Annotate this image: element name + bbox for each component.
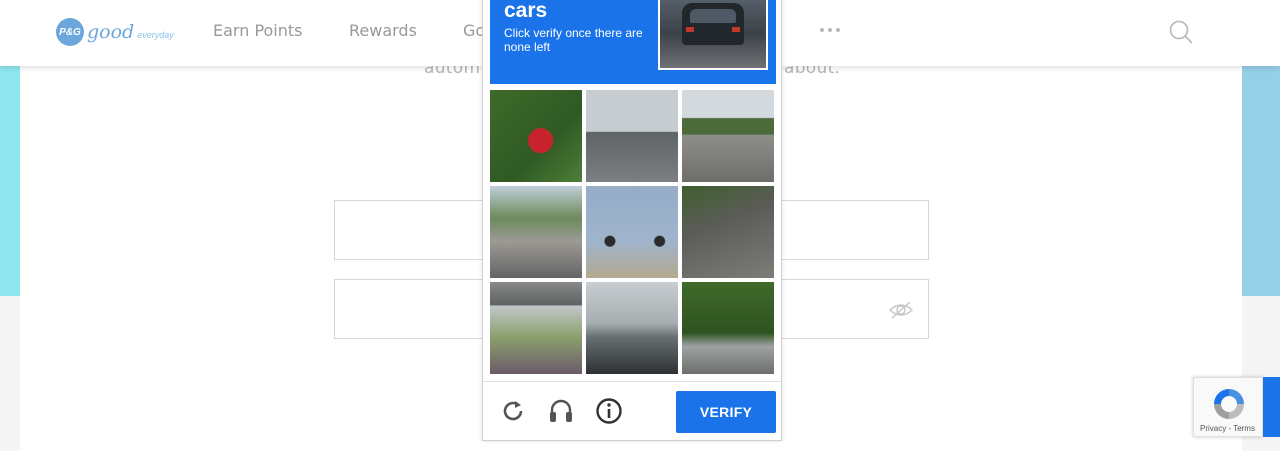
recaptcha-badge: Privacy - Terms — [1193, 377, 1263, 437]
recaptcha-badge-tab[interactable] — [1263, 377, 1280, 437]
eye-hidden-icon[interactable] — [888, 300, 914, 320]
logo-word: good — [87, 21, 135, 43]
captcha-tile-9[interactable] — [682, 282, 774, 374]
verify-button[interactable]: VERIFY — [676, 391, 776, 433]
captcha-header: cars Click verify once there are none le… — [490, 0, 776, 84]
captcha-tile-7[interactable] — [490, 282, 582, 374]
captcha-tile-6[interactable] — [682, 186, 774, 278]
reload-icon[interactable] — [499, 397, 527, 425]
captcha-sample-image — [658, 0, 768, 70]
captcha-tile-1[interactable] — [490, 90, 582, 182]
car-image — [682, 3, 744, 45]
nav-rewards[interactable]: Rewards — [349, 21, 417, 40]
pg-logo-badge: P&G — [56, 18, 84, 46]
captcha-tile-2[interactable] — [586, 90, 678, 182]
search-icon[interactable] — [1168, 19, 1194, 45]
logo-sub: everyday — [137, 30, 174, 40]
captcha-title: cars — [504, 0, 548, 22]
nav-earn-points[interactable]: Earn Points — [213, 21, 303, 40]
captcha-tile-3[interactable] — [682, 90, 774, 182]
captcha-tile-8[interactable] — [586, 282, 678, 374]
site-logo[interactable]: P&G good everyday — [56, 18, 174, 46]
captcha-tile-4[interactable] — [490, 186, 582, 278]
captcha-tile-5[interactable] — [586, 186, 678, 278]
recaptcha-logo-icon — [1214, 389, 1244, 419]
headphones-icon[interactable] — [547, 397, 575, 425]
captcha-instruction: Click verify once there are none left — [504, 26, 643, 54]
more-dots-icon[interactable] — [820, 28, 840, 32]
captcha-challenge: cars Click verify once there are none le… — [482, 0, 782, 441]
recaptcha-links[interactable]: Privacy - Terms — [1200, 424, 1255, 433]
captcha-footer-divider — [483, 381, 781, 382]
info-icon[interactable] — [595, 397, 623, 425]
